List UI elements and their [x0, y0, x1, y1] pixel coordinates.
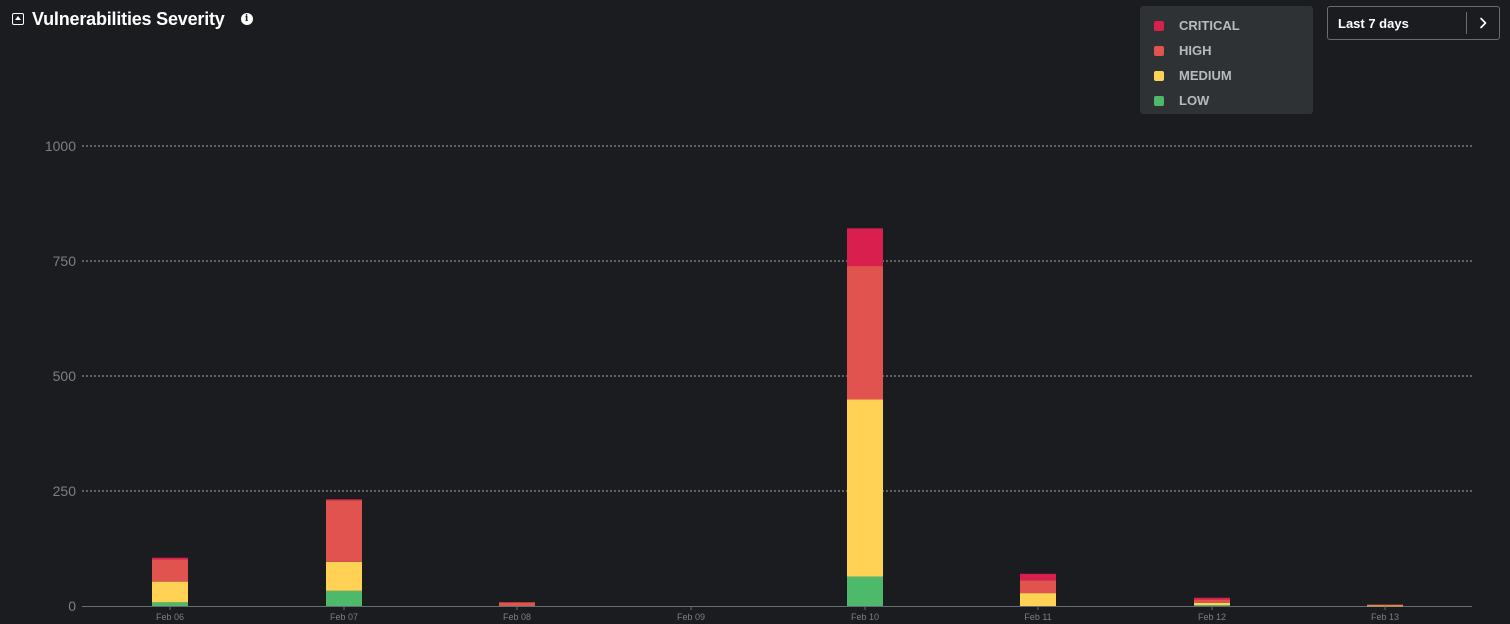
- bar-segment-high: [1367, 604, 1403, 606]
- legend-label: LOW: [1179, 93, 1210, 108]
- x-tick-label: Feb 06: [156, 612, 184, 622]
- x-tick-label: Feb 13: [1371, 612, 1399, 622]
- bar-segment-high: [499, 602, 535, 606]
- bar-segment-low: [326, 590, 362, 606]
- bar-segment-high: [847, 266, 883, 400]
- legend-item-low[interactable]: LOW: [1154, 88, 1313, 113]
- grid-lines: [82, 145, 1472, 607]
- bar-segment-high: [1194, 599, 1230, 603]
- time-range-select[interactable]: Last 7 days: [1327, 6, 1500, 40]
- legend-item-medium[interactable]: MEDIUM: [1154, 63, 1313, 88]
- bar-segment-medium: [1194, 602, 1230, 606]
- bar-stack-feb-10: [847, 228, 883, 606]
- bar-segment-low: [847, 576, 883, 606]
- y-tick-label-250: 250: [53, 483, 77, 499]
- y-tick-label-1000: 1000: [45, 138, 76, 154]
- legend-label: HIGH: [1179, 43, 1212, 58]
- bar-segment-critical: [847, 228, 883, 267]
- bar-segment-critical: [1020, 573, 1056, 581]
- bar-segment-critical: [152, 557, 188, 560]
- legend-label: CRITICAL: [1179, 18, 1240, 33]
- bar-stack-feb-08: [499, 602, 535, 606]
- info-icon[interactable]: i: [240, 13, 253, 25]
- legend-label: MEDIUM: [1179, 68, 1232, 83]
- legend-item-high[interactable]: HIGH: [1154, 38, 1313, 63]
- bar-segment-high: [152, 559, 188, 582]
- x-tick-label: Feb 08: [503, 612, 531, 622]
- bar-segment-medium: [1020, 593, 1056, 606]
- x-axis-ticks: Feb 06 Feb 07 Feb 08 Feb 09 Feb 10 Feb 11 Feb …: [156, 606, 1399, 622]
- bar-segment-low: [1194, 605, 1230, 606]
- time-range-label: Last 7 days: [1338, 15, 1409, 31]
- bar-segment-high: [326, 500, 362, 562]
- y-axis-ticks: 0 250 500 750 1000: [45, 138, 76, 614]
- legend-swatch: [1154, 95, 1164, 106]
- bar-segment-low: [152, 602, 188, 606]
- bar-segment-medium: [847, 399, 883, 577]
- collapse-icon[interactable]: [12, 13, 24, 25]
- bar-stack-feb-12: [1194, 597, 1230, 606]
- bar-stack-feb-11: [1020, 573, 1056, 606]
- x-tick-label: Feb 07: [330, 612, 358, 622]
- y-tick-label-750: 750: [53, 253, 77, 269]
- x-tick-label: Feb 12: [1198, 612, 1226, 622]
- y-tick-label-500: 500: [53, 368, 77, 384]
- bar-segment-critical: [1194, 597, 1230, 600]
- legend-swatch: [1154, 70, 1164, 81]
- bar-segment-medium: [152, 581, 188, 603]
- bar-stack-feb-07: [326, 499, 362, 606]
- legend-swatch: [1154, 45, 1164, 56]
- bar-segment-high: [1020, 580, 1056, 594]
- chevron-right-icon[interactable]: [1467, 7, 1499, 39]
- vulnerabilities-severity-widget: 0 250 500 750 1000 Feb 06 Feb 07 Feb 08 Feb 09 F…: [0, 0, 1510, 624]
- x-tick-label: Feb 11: [1024, 612, 1051, 622]
- bar-segment-medium: [326, 561, 362, 591]
- bar-segment-critical: [326, 499, 362, 501]
- y-tick-label-0: 0: [68, 598, 76, 614]
- legend-item-critical[interactable]: CRITICAL: [1154, 13, 1313, 38]
- widget-title: Vulnerabilities Severity: [32, 8, 225, 29]
- x-tick-label: Feb 10: [851, 612, 879, 622]
- legend-swatch: [1154, 20, 1164, 31]
- x-tick-label: Feb 09: [677, 612, 705, 622]
- widget-header: Vulnerabilities Severity i: [12, 8, 253, 30]
- bar-stacks: [152, 228, 1403, 607]
- bar-stack-feb-06: [152, 557, 188, 606]
- chart-legend: CRITICAL HIGH MEDIUM LOW: [1140, 6, 1313, 114]
